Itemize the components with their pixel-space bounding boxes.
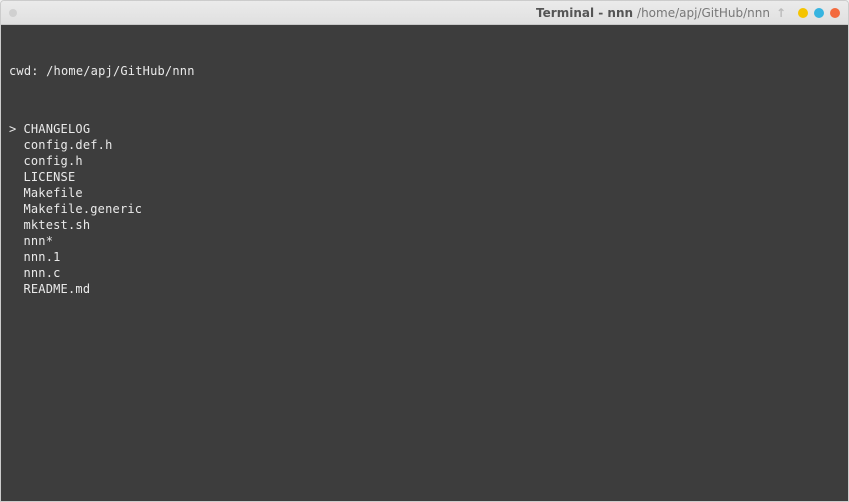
terminal-body[interactable]: cwd: /home/apj/GitHub/nnn > CHANGELOG co… xyxy=(1,25,848,501)
titlebar-left-dot-icon xyxy=(9,9,17,17)
minimize-button[interactable] xyxy=(798,8,808,18)
file-name: Makefile.generic xyxy=(23,202,142,216)
close-button[interactable] xyxy=(830,8,840,18)
list-item[interactable]: nnn.c xyxy=(9,265,840,281)
maximize-button[interactable] xyxy=(814,8,824,18)
file-name: nnn* xyxy=(23,234,53,248)
selection-caret-icon: > xyxy=(9,121,23,137)
list-item[interactable]: nnn.1 xyxy=(9,249,840,265)
selection-caret-icon xyxy=(9,249,23,265)
terminal-window: Terminal - nnn /home/apj/GitHub/nnn ↑ cw… xyxy=(0,0,849,502)
list-item[interactable]: Makefile.generic xyxy=(9,201,840,217)
cwd-path: /home/apj/GitHub/nnn xyxy=(46,64,195,78)
cwd-prefix: cwd: xyxy=(9,64,46,78)
list-item[interactable]: config.h xyxy=(9,153,840,169)
list-item[interactable]: LICENSE xyxy=(9,169,840,185)
selection-caret-icon xyxy=(9,201,23,217)
file-name: CHANGELOG xyxy=(23,122,90,136)
selection-caret-icon xyxy=(9,265,23,281)
selection-caret-icon xyxy=(9,137,23,153)
file-name: nnn.1 xyxy=(23,250,60,264)
selection-caret-icon xyxy=(9,153,23,169)
file-list: > CHANGELOG config.def.h config.h LICENS… xyxy=(9,121,840,297)
window-title-app: Terminal - nnn xyxy=(536,6,633,20)
file-name: mktest.sh xyxy=(23,218,90,232)
file-name: LICENSE xyxy=(23,170,75,184)
cwd-line: cwd: /home/apj/GitHub/nnn xyxy=(9,63,840,79)
selection-caret-icon xyxy=(9,217,23,233)
file-name: Makefile xyxy=(23,186,82,200)
list-item[interactable]: mktest.sh xyxy=(9,217,840,233)
file-name: nnn.c xyxy=(23,266,60,280)
list-item[interactable]: config.def.h xyxy=(9,137,840,153)
selection-caret-icon xyxy=(9,169,23,185)
file-name: config.def.h xyxy=(23,138,112,152)
window-title-path: /home/apj/GitHub/nnn xyxy=(637,6,770,20)
file-name: README.md xyxy=(23,282,90,296)
selection-caret-icon xyxy=(9,233,23,249)
list-item[interactable]: > CHANGELOG xyxy=(9,121,840,137)
file-name: config.h xyxy=(23,154,82,168)
list-item[interactable]: README.md xyxy=(9,281,840,297)
selection-caret-icon xyxy=(9,281,23,297)
list-item[interactable]: nnn* xyxy=(9,233,840,249)
list-item[interactable]: Makefile xyxy=(9,185,840,201)
titlebar[interactable]: Terminal - nnn /home/apj/GitHub/nnn ↑ xyxy=(1,1,848,25)
selection-caret-icon xyxy=(9,185,23,201)
up-arrow-icon: ↑ xyxy=(776,6,786,20)
